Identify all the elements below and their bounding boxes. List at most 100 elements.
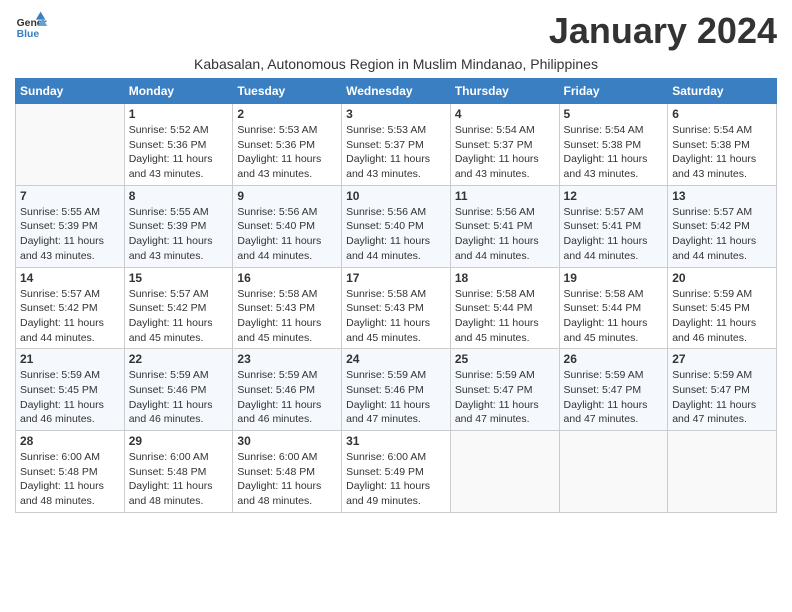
calendar-cell: 7 Sunrise: 5:55 AMSunset: 5:39 PMDayligh… xyxy=(16,185,125,267)
day-number: 13 xyxy=(672,189,772,203)
day-info: Sunrise: 5:53 AMSunset: 5:37 PMDaylight:… xyxy=(346,124,430,180)
calendar-cell: 21 Sunrise: 5:59 AMSunset: 5:45 PMDaylig… xyxy=(16,349,125,431)
day-info: Sunrise: 5:58 AMSunset: 5:43 PMDaylight:… xyxy=(346,288,430,344)
calendar-header-row: SundayMondayTuesdayWednesdayThursdayFrid… xyxy=(16,79,777,104)
calendar-week-2: 7 Sunrise: 5:55 AMSunset: 5:39 PMDayligh… xyxy=(16,185,777,267)
calendar-cell: 1 Sunrise: 5:52 AMSunset: 5:36 PMDayligh… xyxy=(124,104,233,186)
calendar-cell: 9 Sunrise: 5:56 AMSunset: 5:40 PMDayligh… xyxy=(233,185,342,267)
day-info: Sunrise: 5:54 AMSunset: 5:38 PMDaylight:… xyxy=(672,124,756,180)
day-info: Sunrise: 5:57 AMSunset: 5:42 PMDaylight:… xyxy=(129,288,213,344)
day-info: Sunrise: 5:55 AMSunset: 5:39 PMDaylight:… xyxy=(20,206,104,262)
calendar-cell: 19 Sunrise: 5:58 AMSunset: 5:44 PMDaylig… xyxy=(559,267,668,349)
day-number: 22 xyxy=(129,352,229,366)
day-info: Sunrise: 5:53 AMSunset: 5:36 PMDaylight:… xyxy=(237,124,321,180)
calendar-cell xyxy=(668,431,777,513)
day-info: Sunrise: 5:59 AMSunset: 5:46 PMDaylight:… xyxy=(346,369,430,425)
day-number: 1 xyxy=(129,107,229,121)
day-info: Sunrise: 5:54 AMSunset: 5:37 PMDaylight:… xyxy=(455,124,539,180)
header-saturday: Saturday xyxy=(668,79,777,104)
day-info: Sunrise: 5:59 AMSunset: 5:47 PMDaylight:… xyxy=(564,369,648,425)
day-number: 10 xyxy=(346,189,446,203)
day-number: 21 xyxy=(20,352,120,366)
logo: General Blue xyxy=(15,10,51,42)
header-thursday: Thursday xyxy=(450,79,559,104)
day-info: Sunrise: 5:59 AMSunset: 5:47 PMDaylight:… xyxy=(455,369,539,425)
day-info: Sunrise: 5:52 AMSunset: 5:36 PMDaylight:… xyxy=(129,124,213,180)
calendar-cell: 4 Sunrise: 5:54 AMSunset: 5:37 PMDayligh… xyxy=(450,104,559,186)
day-info: Sunrise: 5:57 AMSunset: 5:42 PMDaylight:… xyxy=(20,288,104,344)
day-number: 29 xyxy=(129,434,229,448)
day-number: 6 xyxy=(672,107,772,121)
calendar-week-1: 1 Sunrise: 5:52 AMSunset: 5:36 PMDayligh… xyxy=(16,104,777,186)
day-number: 25 xyxy=(455,352,555,366)
calendar-cell: 16 Sunrise: 5:58 AMSunset: 5:43 PMDaylig… xyxy=(233,267,342,349)
day-number: 27 xyxy=(672,352,772,366)
day-number: 3 xyxy=(346,107,446,121)
svg-text:Blue: Blue xyxy=(17,29,40,40)
month-title: January 2024 xyxy=(549,10,777,52)
day-number: 16 xyxy=(237,271,337,285)
logo-icon: General Blue xyxy=(15,10,47,42)
day-number: 9 xyxy=(237,189,337,203)
day-number: 5 xyxy=(564,107,664,121)
calendar-cell xyxy=(559,431,668,513)
day-number: 28 xyxy=(20,434,120,448)
calendar-cell: 6 Sunrise: 5:54 AMSunset: 5:38 PMDayligh… xyxy=(668,104,777,186)
day-number: 31 xyxy=(346,434,446,448)
day-number: 18 xyxy=(455,271,555,285)
day-info: Sunrise: 5:56 AMSunset: 5:41 PMDaylight:… xyxy=(455,206,539,262)
day-info: Sunrise: 5:59 AMSunset: 5:47 PMDaylight:… xyxy=(672,369,756,425)
day-number: 26 xyxy=(564,352,664,366)
calendar-week-3: 14 Sunrise: 5:57 AMSunset: 5:42 PMDaylig… xyxy=(16,267,777,349)
calendar-cell xyxy=(450,431,559,513)
calendar-cell: 17 Sunrise: 5:58 AMSunset: 5:43 PMDaylig… xyxy=(342,267,451,349)
day-info: Sunrise: 5:58 AMSunset: 5:43 PMDaylight:… xyxy=(237,288,321,344)
header-wednesday: Wednesday xyxy=(342,79,451,104)
calendar-cell: 26 Sunrise: 5:59 AMSunset: 5:47 PMDaylig… xyxy=(559,349,668,431)
calendar-cell: 14 Sunrise: 5:57 AMSunset: 5:42 PMDaylig… xyxy=(16,267,125,349)
day-number: 14 xyxy=(20,271,120,285)
calendar-cell: 2 Sunrise: 5:53 AMSunset: 5:36 PMDayligh… xyxy=(233,104,342,186)
day-number: 12 xyxy=(564,189,664,203)
header: General Blue January 2024 xyxy=(15,10,777,52)
day-number: 4 xyxy=(455,107,555,121)
calendar-cell: 22 Sunrise: 5:59 AMSunset: 5:46 PMDaylig… xyxy=(124,349,233,431)
calendar-cell: 15 Sunrise: 5:57 AMSunset: 5:42 PMDaylig… xyxy=(124,267,233,349)
calendar-cell: 12 Sunrise: 5:57 AMSunset: 5:41 PMDaylig… xyxy=(559,185,668,267)
calendar-cell: 24 Sunrise: 5:59 AMSunset: 5:46 PMDaylig… xyxy=(342,349,451,431)
day-info: Sunrise: 5:56 AMSunset: 5:40 PMDaylight:… xyxy=(346,206,430,262)
day-info: Sunrise: 5:57 AMSunset: 5:41 PMDaylight:… xyxy=(564,206,648,262)
calendar-week-4: 21 Sunrise: 5:59 AMSunset: 5:45 PMDaylig… xyxy=(16,349,777,431)
day-info: Sunrise: 6:00 AMSunset: 5:48 PMDaylight:… xyxy=(129,451,213,507)
day-info: Sunrise: 5:59 AMSunset: 5:45 PMDaylight:… xyxy=(20,369,104,425)
day-number: 20 xyxy=(672,271,772,285)
calendar-cell: 28 Sunrise: 6:00 AMSunset: 5:48 PMDaylig… xyxy=(16,431,125,513)
calendar-cell: 18 Sunrise: 5:58 AMSunset: 5:44 PMDaylig… xyxy=(450,267,559,349)
calendar-cell: 11 Sunrise: 5:56 AMSunset: 5:41 PMDaylig… xyxy=(450,185,559,267)
day-info: Sunrise: 5:59 AMSunset: 5:46 PMDaylight:… xyxy=(237,369,321,425)
calendar-cell: 30 Sunrise: 6:00 AMSunset: 5:48 PMDaylig… xyxy=(233,431,342,513)
day-info: Sunrise: 5:56 AMSunset: 5:40 PMDaylight:… xyxy=(237,206,321,262)
calendar-cell: 5 Sunrise: 5:54 AMSunset: 5:38 PMDayligh… xyxy=(559,104,668,186)
day-info: Sunrise: 5:54 AMSunset: 5:38 PMDaylight:… xyxy=(564,124,648,180)
calendar-cell: 20 Sunrise: 5:59 AMSunset: 5:45 PMDaylig… xyxy=(668,267,777,349)
day-info: Sunrise: 5:59 AMSunset: 5:45 PMDaylight:… xyxy=(672,288,756,344)
header-friday: Friday xyxy=(559,79,668,104)
day-info: Sunrise: 6:00 AMSunset: 5:49 PMDaylight:… xyxy=(346,451,430,507)
day-info: Sunrise: 6:00 AMSunset: 5:48 PMDaylight:… xyxy=(20,451,104,507)
calendar-cell: 25 Sunrise: 5:59 AMSunset: 5:47 PMDaylig… xyxy=(450,349,559,431)
day-number: 11 xyxy=(455,189,555,203)
day-number: 19 xyxy=(564,271,664,285)
day-info: Sunrise: 5:58 AMSunset: 5:44 PMDaylight:… xyxy=(455,288,539,344)
calendar-cell: 3 Sunrise: 5:53 AMSunset: 5:37 PMDayligh… xyxy=(342,104,451,186)
header-sunday: Sunday xyxy=(16,79,125,104)
day-number: 17 xyxy=(346,271,446,285)
calendar-table: SundayMondayTuesdayWednesdayThursdayFrid… xyxy=(15,78,777,513)
day-number: 23 xyxy=(237,352,337,366)
calendar-cell: 13 Sunrise: 5:57 AMSunset: 5:42 PMDaylig… xyxy=(668,185,777,267)
day-info: Sunrise: 5:58 AMSunset: 5:44 PMDaylight:… xyxy=(564,288,648,344)
day-info: Sunrise: 6:00 AMSunset: 5:48 PMDaylight:… xyxy=(237,451,321,507)
day-info: Sunrise: 5:59 AMSunset: 5:46 PMDaylight:… xyxy=(129,369,213,425)
day-info: Sunrise: 5:55 AMSunset: 5:39 PMDaylight:… xyxy=(129,206,213,262)
day-number: 15 xyxy=(129,271,229,285)
